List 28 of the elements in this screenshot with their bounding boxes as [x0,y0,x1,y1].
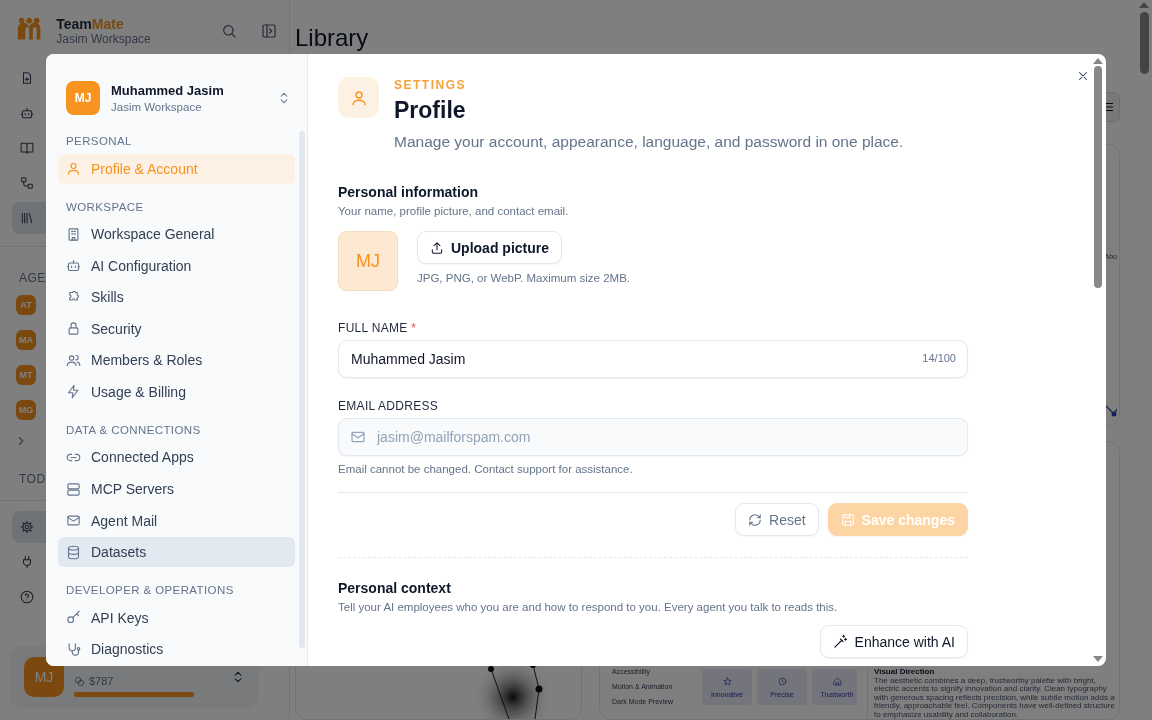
field-hint: Email cannot be changed. Contact support for assistance. [338,463,634,475]
section-title: Personal context [338,580,452,596]
panel-title: Visual Direction [874,666,936,676]
section-heading: DATA & CONNECTIONS [66,422,202,438]
section-heading: AGE [19,271,47,285]
section-subtitle: Your name, profile picture, and contact email. [338,205,570,217]
page-title: Library [295,24,370,52]
character-counter: 14/100 [922,352,956,364]
section-heading: WORKSPACE [66,199,145,215]
section-title: Personal information [338,184,480,200]
field-label: FULL NAME * [338,321,418,335]
page-title: Profile [394,97,467,124]
description-text: The aesthetic combines a deep, trustworthy palette with bright, electric accents to signify innovation and clarity. Clean typography with generous spacing reflects precision, while subtle motion adds a friendly, approachable feel. Components have well-defined structure to emphasize usability and collaboration. [874,676,1115,719]
brand-name: TeamMate [56,16,125,32]
profile-avatar: MJ [338,231,398,291]
eyebrow-label: SETTINGS [394,78,467,92]
credits: $787 [89,675,114,687]
page-subtitle: Manage your account, appearance, language, and password in one place. [394,133,904,151]
workspace-name: Jasim Workspace [111,101,203,113]
workspace-name: Jasim Workspace [56,32,152,46]
upload-hint: JPG, PNG, or WebP. Maximum size 2MB. [417,272,631,284]
field-label: EMAIL ADDRESS [338,399,440,413]
section-heading: PERSONAL [66,134,133,149]
section-subtitle: Tell your AI employees who you are and how to respond to you. Every agent you talk to reads this. [338,601,839,613]
section-heading: TOD [19,472,47,486]
user-name: Muhammed Jasim [111,83,225,98]
section-heading: DEVELOPER & OPERATIONS [66,582,235,598]
user-avatar: MJ [66,81,100,115]
